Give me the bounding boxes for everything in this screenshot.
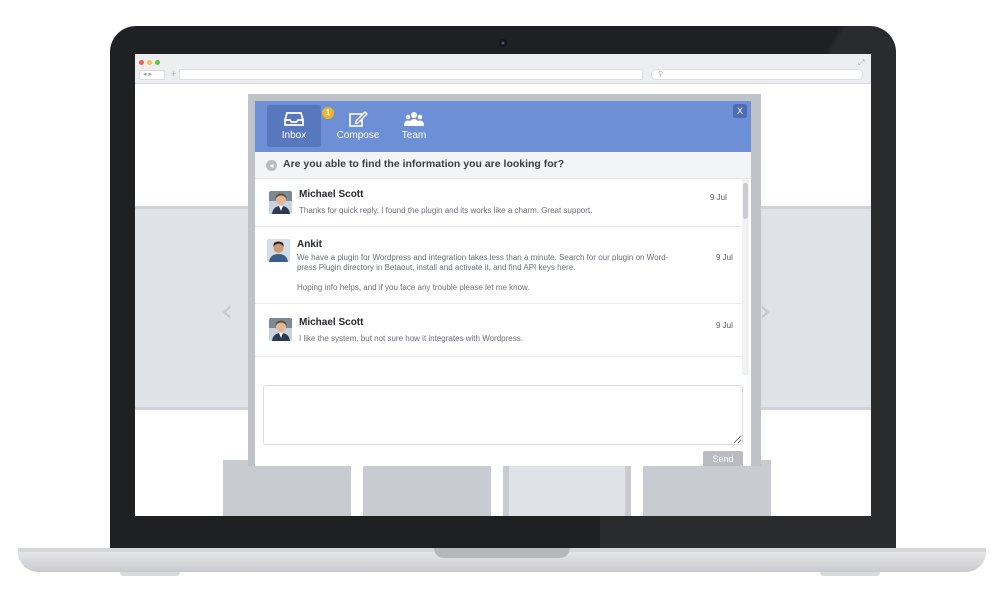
tab-team-label: Team bbox=[401, 130, 427, 141]
message-body: We have a plugin for Wordpress and integ… bbox=[297, 253, 669, 292]
team-icon bbox=[404, 112, 424, 126]
close-window-dot[interactable] bbox=[139, 60, 144, 65]
message-date: 9 Jul bbox=[710, 193, 727, 202]
avatar bbox=[269, 318, 292, 341]
tab-team[interactable]: Team bbox=[393, 105, 435, 147]
message-list[interactable]: Michael Scott Thanks for quick reply. I … bbox=[255, 179, 741, 375]
tab-compose-label: Compose bbox=[336, 130, 380, 141]
message-item[interactable]: Michael Scott Thanks for quick reply. I … bbox=[255, 179, 741, 227]
conversation-subject-bar: ◂ Are you able to find the information y… bbox=[255, 152, 751, 179]
browser-toolbar: ◂ ▸ + ⚲ ⤢ bbox=[135, 54, 871, 84]
maximize-window-dot[interactable] bbox=[155, 60, 160, 65]
message-item[interactable]: Michael Scott I like the system, but not… bbox=[255, 304, 741, 357]
website-card bbox=[223, 460, 351, 516]
minimize-window-dot[interactable] bbox=[147, 60, 152, 65]
message-sender: Michael Scott bbox=[299, 189, 364, 200]
search-icon: ⚲ bbox=[658, 71, 664, 78]
new-tab-icon[interactable]: + bbox=[171, 69, 176, 79]
conversation-subject: Are you able to find the information you… bbox=[283, 158, 565, 170]
tab-inbox-label: Inbox bbox=[281, 130, 307, 141]
widget-header: Inbox 1 Compose Team X bbox=[255, 101, 751, 152]
back-icon[interactable]: ◂ bbox=[266, 160, 277, 171]
avatar bbox=[269, 191, 292, 214]
laptop-screen: ◂ ▸ + ⚲ ⤢ ‹ › Inbox 1 Compose Team X ◂ A… bbox=[135, 54, 871, 516]
message-sender: Michael Scott bbox=[299, 317, 364, 328]
support-widget: Inbox 1 Compose Team X ◂ Are you able to… bbox=[255, 101, 751, 466]
tab-compose[interactable]: Compose bbox=[333, 105, 383, 147]
message-date: 9 Jul bbox=[716, 253, 733, 262]
address-bar[interactable] bbox=[179, 69, 643, 80]
website-card bbox=[643, 460, 771, 516]
inbox-icon bbox=[284, 112, 304, 126]
avatar bbox=[267, 239, 290, 262]
tab-inbox[interactable]: Inbox 1 bbox=[267, 105, 334, 147]
camera-icon bbox=[499, 39, 507, 47]
message-sender: Ankit bbox=[297, 239, 322, 250]
website-card bbox=[363, 460, 491, 516]
message-body: Thanks for quick reply. I found the plug… bbox=[299, 206, 593, 215]
close-button[interactable]: X bbox=[733, 104, 747, 118]
laptop-notch bbox=[434, 548, 570, 558]
laptop-foot bbox=[120, 572, 180, 576]
browser-search-input[interactable]: ⚲ bbox=[651, 69, 863, 80]
expand-icon[interactable]: ⤢ bbox=[858, 58, 864, 68]
send-button[interactable]: Send bbox=[703, 451, 743, 466]
message-body: I like the system, but not sure how it i… bbox=[299, 334, 523, 343]
reply-input[interactable] bbox=[263, 385, 743, 445]
laptop-mockup: ◂ ▸ + ⚲ ⤢ ‹ › Inbox 1 Compose Team X ◂ A… bbox=[0, 0, 1000, 600]
back-forward-buttons[interactable]: ◂ ▸ bbox=[139, 70, 165, 80]
message-list-scrollbar[interactable] bbox=[742, 179, 749, 375]
message-item[interactable]: Ankit We have a plugin for Wordpress and… bbox=[255, 227, 741, 304]
scrollbar-thumb[interactable] bbox=[743, 183, 748, 219]
laptop-foot bbox=[820, 572, 880, 576]
slider-prev-icon[interactable]: ‹ bbox=[221, 294, 233, 329]
compose-icon bbox=[349, 111, 368, 127]
website-card bbox=[503, 460, 631, 516]
message-date: 9 Jul bbox=[716, 321, 733, 330]
